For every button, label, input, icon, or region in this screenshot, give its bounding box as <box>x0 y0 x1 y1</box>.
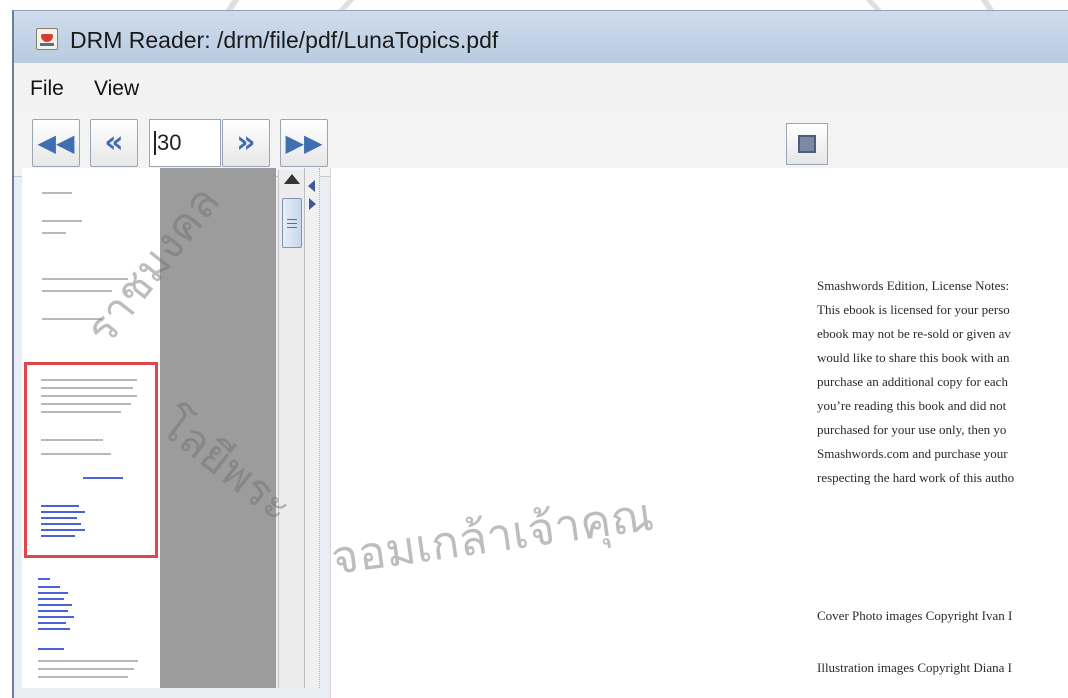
thumbnail-scrollbar[interactable] <box>278 170 304 688</box>
scroll-up-icon[interactable] <box>284 174 300 184</box>
previous-page-button[interactable]: « <box>90 119 138 167</box>
scroll-thumb[interactable] <box>282 198 302 248</box>
doc-text-line: ebook may not be re-sold or given av <box>817 326 1011 341</box>
menu-view[interactable]: View <box>94 77 139 101</box>
illustration-credit: Illustration images Copyright Diana I <box>817 660 1012 675</box>
expand-right-icon[interactable] <box>309 198 316 210</box>
last-page-icon: ▶▶ <box>285 129 323 157</box>
thumbnail-list <box>22 168 160 688</box>
cover-photo-credit: Cover Photo images Copyright Ivan I <box>817 608 1013 623</box>
split-pane-divider[interactable] <box>304 168 320 688</box>
doc-text-line: purchased for your use only, then yo <box>817 422 1007 437</box>
thumbnail-panel <box>22 168 304 688</box>
doc-text-line: purchase an additional copy for each <box>817 374 1008 389</box>
doc-text-line: respecting the hard work of this autho <box>817 470 1015 485</box>
page-thumbnail[interactable] <box>24 168 158 348</box>
previous-page-icon: « <box>104 125 124 160</box>
java-app-icon <box>36 28 58 50</box>
page-thumbnail-selected[interactable] <box>24 362 158 558</box>
page-number-value: 30 <box>157 130 182 155</box>
first-page-button[interactable]: ◀◀ <box>32 119 80 167</box>
next-page-button[interactable]: » <box>222 119 270 167</box>
menu-bar: File View <box>14 63 1068 111</box>
doc-text-line: This ebook is licensed for your perso <box>817 302 1010 317</box>
fit-page-button[interactable] <box>786 123 828 165</box>
page-number-input[interactable]: 30 <box>149 119 221 167</box>
window-title: DRM Reader: /drm/file/pdf/LunaTopics.pdf <box>70 27 499 53</box>
text-caret <box>154 131 156 155</box>
menu-file[interactable]: File <box>30 77 64 101</box>
first-page-icon: ◀◀ <box>37 129 75 157</box>
page-thumbnail[interactable] <box>24 568 158 688</box>
doc-text-line: would like to share this book with an <box>817 350 1010 365</box>
doc-text-line: Smashwords Edition, License Notes: <box>817 278 1010 293</box>
doc-text-line: Smashwords.com and purchase your <box>817 446 1008 461</box>
last-page-button[interactable]: ▶▶ <box>280 119 328 167</box>
doc-text-line: you’re reading this book and did not <box>817 398 1007 413</box>
next-page-icon: » <box>236 125 256 160</box>
collapse-left-icon[interactable] <box>308 180 315 192</box>
document-viewer[interactable]: Smashwords Edition, License Notes: This … <box>330 168 1068 698</box>
fit-page-icon <box>798 135 816 153</box>
title-bar[interactable]: DRM Reader: /drm/file/pdf/LunaTopics.pdf <box>14 11 1068 63</box>
